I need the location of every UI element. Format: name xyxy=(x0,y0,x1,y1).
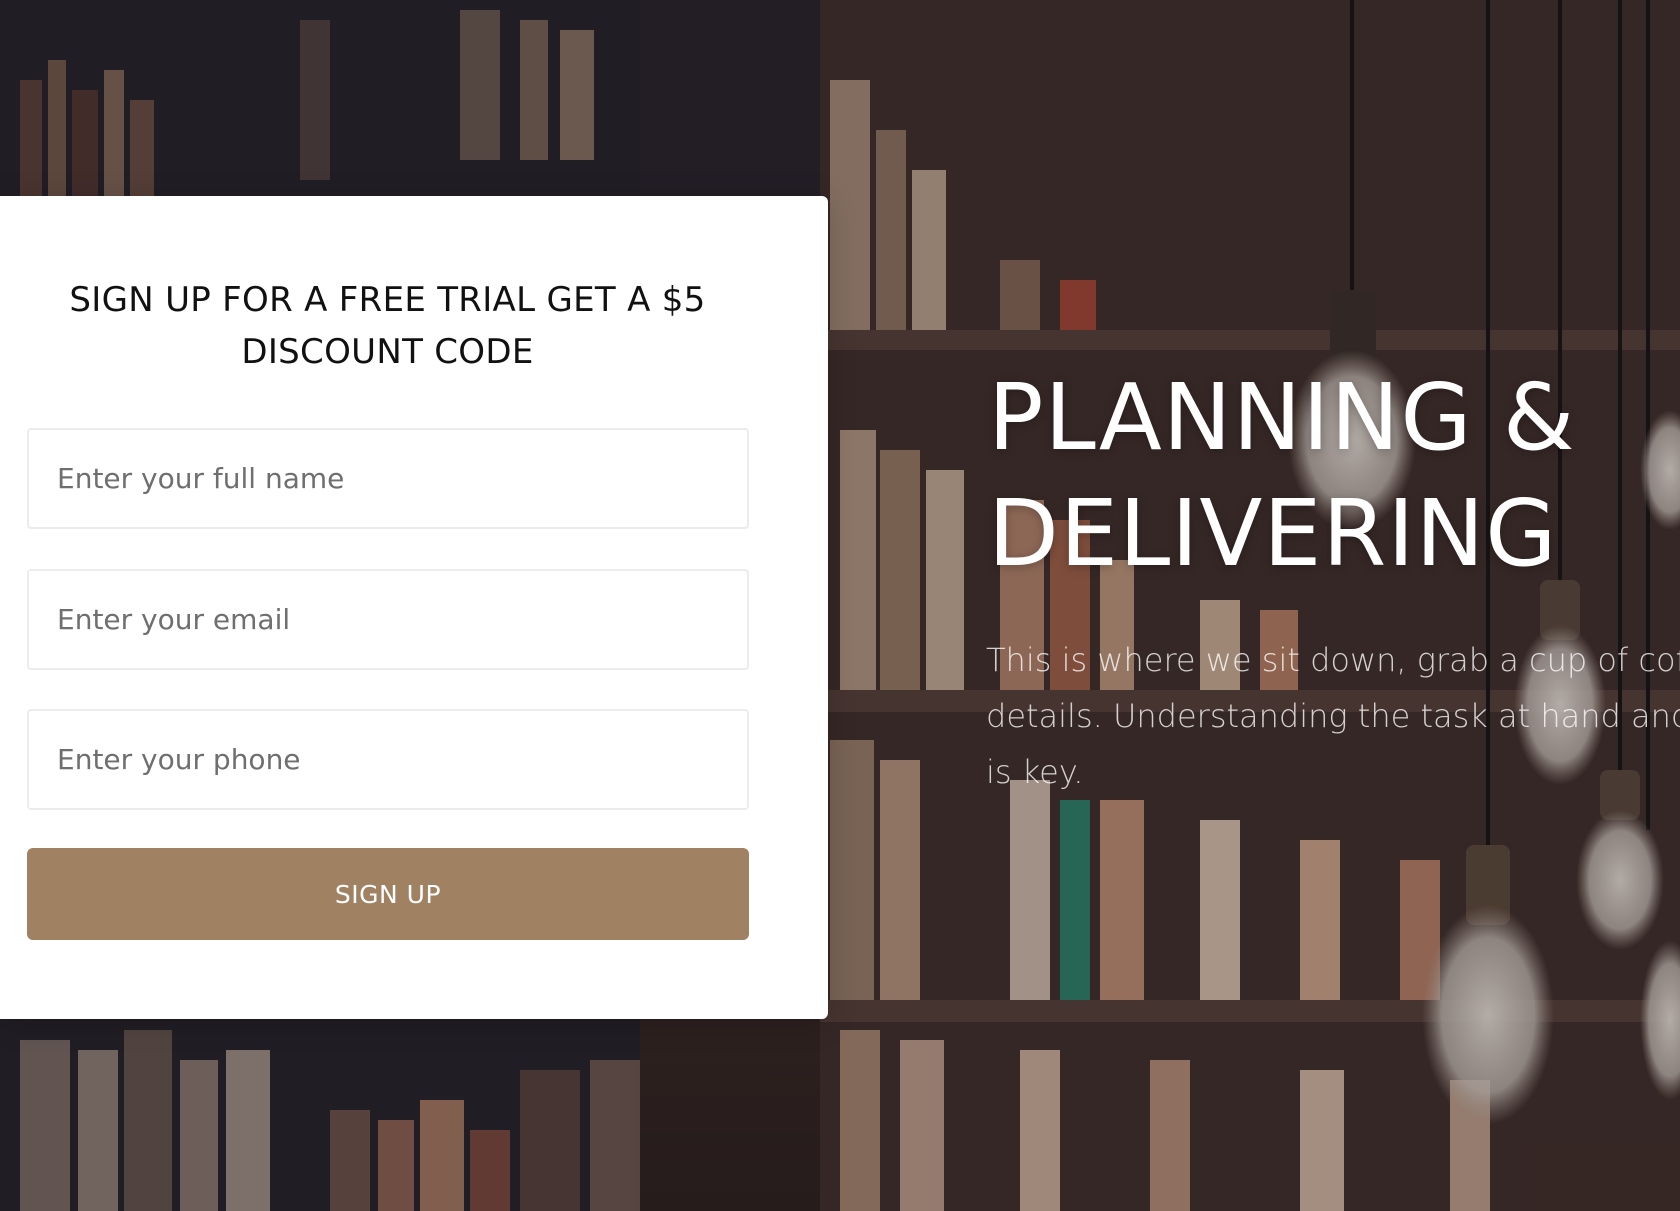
hero-description-line: This is where we sit down, grab a cup of… xyxy=(986,641,1680,679)
full-name-input[interactable] xyxy=(27,428,749,529)
signup-title: SIGN UP FOR A FREE TRIAL GET A $5 DISCOU… xyxy=(69,280,706,372)
hero-description: This is where we sit down, grab a cup of… xyxy=(986,632,1680,800)
hero-heading: PLANNING & DELIVERING xyxy=(988,364,1576,587)
signup-button[interactable]: SIGN UP xyxy=(27,848,749,940)
hero-description-line: details. Understanding the task at hand … xyxy=(986,697,1680,735)
hero-description-line: is key. xyxy=(986,753,1084,791)
email-input[interactable] xyxy=(27,569,749,670)
phone-input[interactable] xyxy=(27,709,749,810)
hero-section: SIGN UP FOR A FREE TRIAL GET A $5 DISCOU… xyxy=(0,0,1680,1211)
signup-form-card: SIGN UP FOR A FREE TRIAL GET A $5 DISCOU… xyxy=(0,196,828,1019)
